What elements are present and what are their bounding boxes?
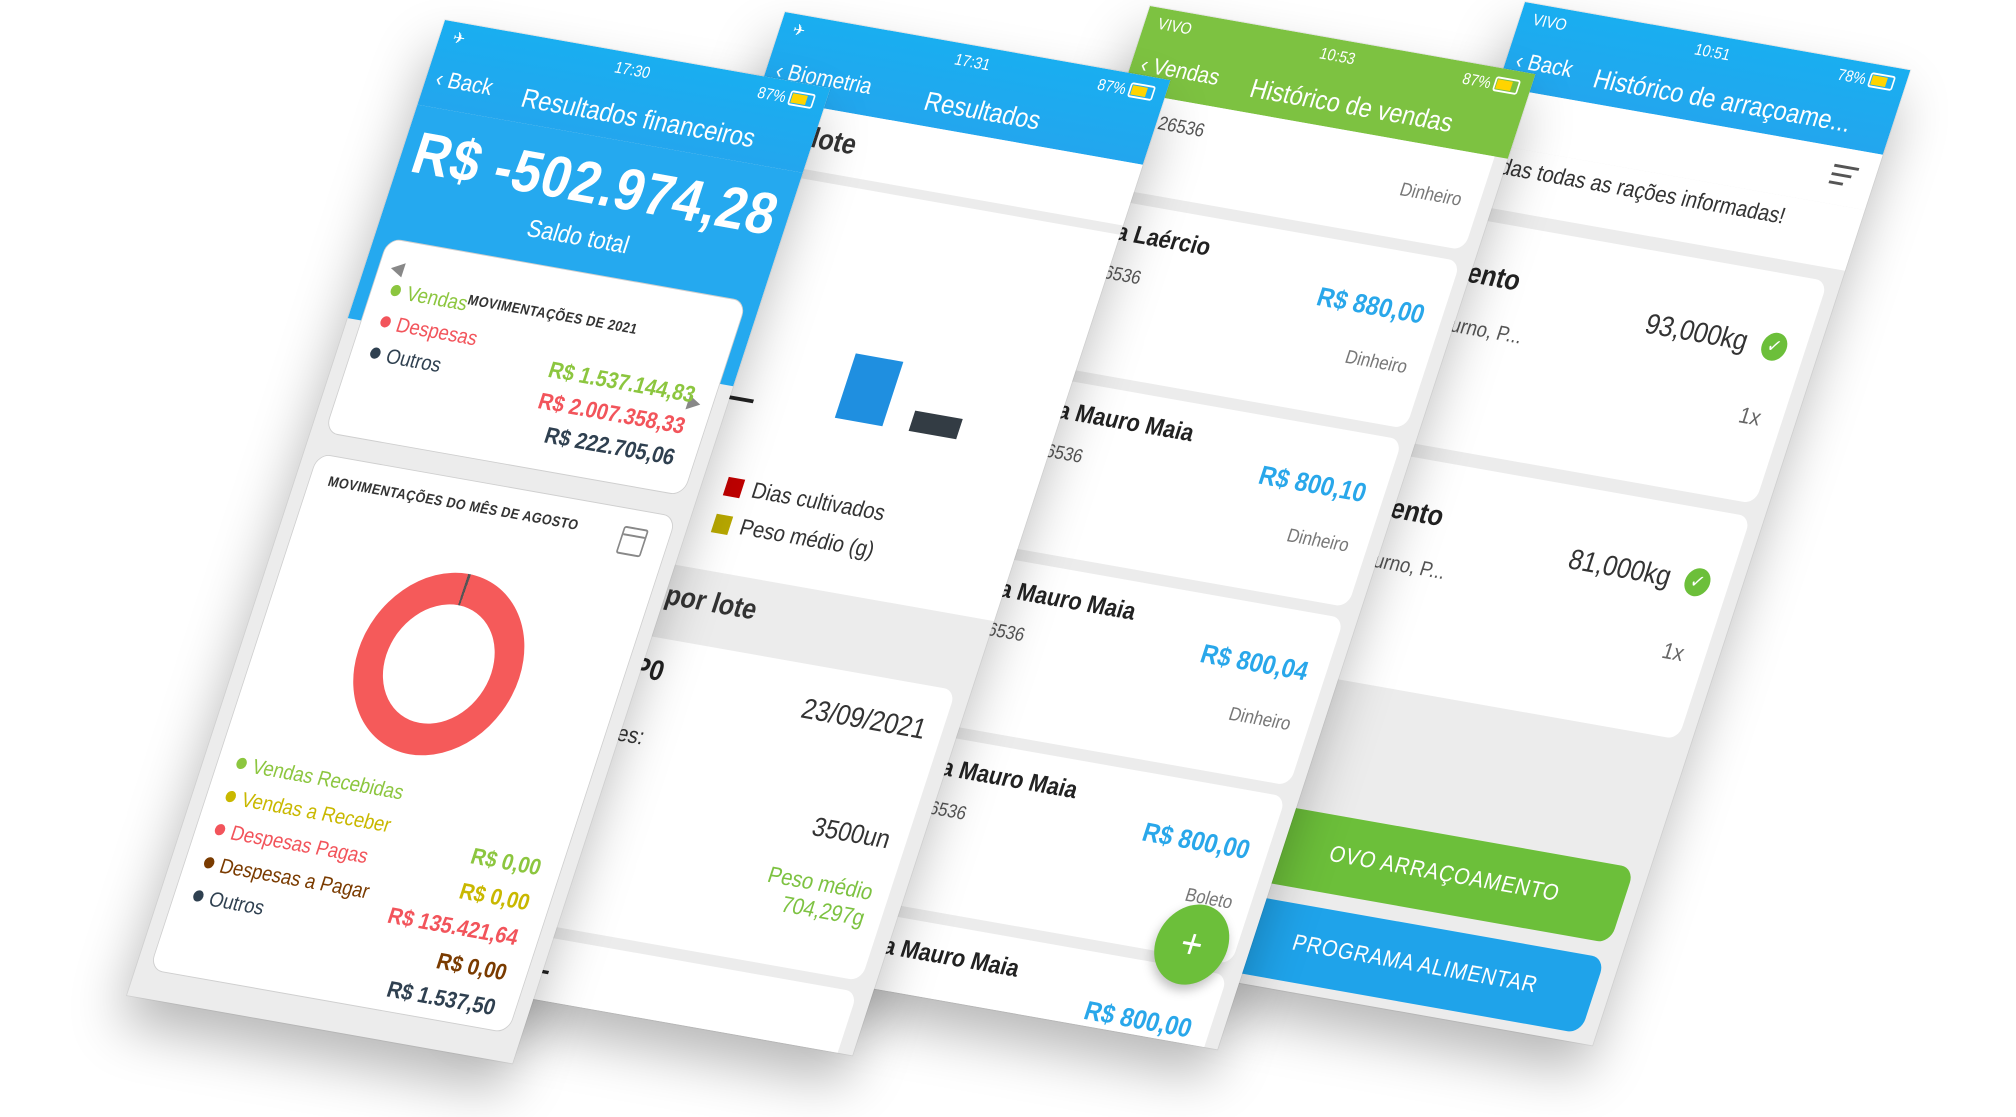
others-value: R$ 1.537,50 (383, 976, 499, 1021)
received-sales-value: R$ 0,00 (467, 843, 545, 881)
filter-icon[interactable] (1827, 163, 1860, 193)
feed-times: 1x (1735, 402, 1765, 432)
payment-method: Dinheiro (1225, 703, 1294, 735)
battery-icon (1866, 72, 1897, 92)
lot-count: 3500un (808, 811, 895, 854)
legend-swatch (710, 513, 734, 536)
battery-icon (1491, 76, 1522, 96)
battery-icon (786, 90, 817, 110)
legend-swatch (722, 476, 746, 499)
battery-icon (1126, 82, 1157, 102)
lot-average-weight: Peso médio 704,297g (764, 862, 877, 932)
lot-date: 14/04/2021 (684, 1041, 817, 1055)
battery-indicator: 78% (1835, 66, 1897, 94)
legend-others: Outros (366, 341, 445, 377)
legend-dot (234, 757, 249, 770)
feed-times: 1x (1658, 638, 1688, 667)
legend-dot (224, 790, 238, 803)
legend-dot (213, 823, 227, 837)
legend-dot (368, 346, 383, 360)
legend-dot (202, 856, 216, 870)
expenses-to-pay-value: R$ 0,00 (433, 948, 511, 986)
legend-others: Outros (189, 884, 268, 920)
battery-indicator: 87% (1095, 76, 1157, 104)
battery-indicator: 87% (1460, 70, 1522, 98)
battery-indicator: 87% (755, 84, 817, 112)
chart-bar (908, 410, 963, 440)
payment-method: Dinheiro (1342, 346, 1411, 378)
chart-bar (834, 353, 904, 427)
payment-method: Dinheiro (1284, 525, 1352, 557)
legend-dot (389, 284, 403, 297)
month-donut-chart (329, 559, 549, 769)
chart-legend: atual Dias cultivados Peso médio (g) (636, 419, 904, 570)
legend-dot (378, 315, 393, 329)
sales-to-receive-value: R$ 0,00 (456, 878, 534, 916)
legend-dot (191, 889, 206, 903)
